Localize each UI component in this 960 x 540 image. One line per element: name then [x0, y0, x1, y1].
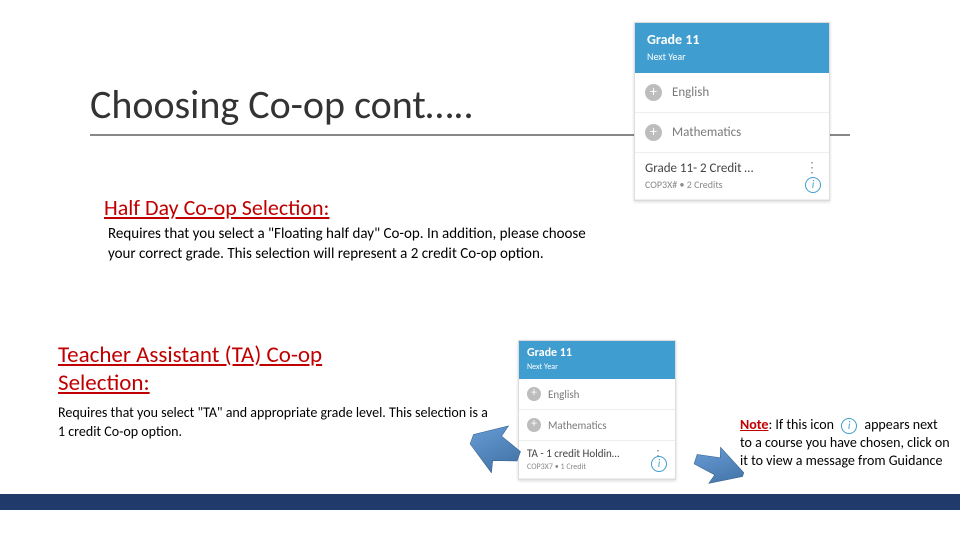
info-icon: i	[841, 418, 857, 434]
card-header: Grade 11 Next Year	[519, 341, 675, 379]
plus-icon: +	[645, 84, 662, 101]
ta-heading: Teacher Assistant (TA) Co-op Selection:	[58, 342, 418, 397]
selected-title: Grade 11- 2 Credit …	[645, 161, 819, 176]
ta-body: Requires that you select "TA" and approp…	[58, 404, 488, 442]
halfday-body: Requires that you select a "Floating hal…	[108, 224, 598, 265]
course-row[interactable]: + English	[635, 73, 829, 113]
course-row[interactable]: + Mathematics	[635, 113, 829, 153]
footer-bar	[0, 494, 960, 510]
course-label: English	[672, 85, 709, 100]
card-grade: Grade 11	[527, 346, 667, 360]
card-nextyear: Next Year	[647, 50, 817, 63]
course-label: Mathematics	[548, 419, 607, 432]
note-before: : If this icon	[768, 416, 834, 433]
course-row[interactable]: + Mathematics	[519, 410, 675, 441]
grade-card-large: Grade 11 Next Year + English + Mathemati…	[634, 22, 830, 201]
card-header: Grade 11 Next Year	[635, 23, 829, 73]
selected-course-row[interactable]: TA - 1 credit Holdin… COP3X7 • 1 Credit …	[519, 441, 675, 479]
card-nextyear: Next Year	[527, 362, 667, 372]
selected-subtitle: COP3X7 • 1 Credit	[527, 462, 667, 472]
info-button[interactable]: i	[651, 453, 667, 472]
selected-subtitle: COP3X# • 2 Credits	[645, 178, 819, 191]
course-row[interactable]: + English	[519, 379, 675, 410]
info-icon: i	[651, 456, 667, 472]
course-label: Mathematics	[672, 125, 741, 140]
halfday-heading: Half Day Co-op Selection:	[104, 194, 329, 221]
plus-icon: +	[527, 387, 541, 401]
note-label: Note	[740, 416, 768, 433]
grade-card-small: Grade 11 Next Year + English + Mathemati…	[518, 340, 676, 480]
slide-title: Choosing Co-op cont…..	[90, 80, 474, 129]
info-button[interactable]: i	[805, 174, 821, 193]
note-text: Note: If this icon i appears next to a c…	[740, 416, 950, 471]
selected-course-row[interactable]: Grade 11- 2 Credit … COP3X# • 2 Credits …	[635, 153, 829, 200]
info-icon: i	[805, 177, 821, 193]
course-label: English	[548, 388, 579, 401]
plus-icon: +	[645, 124, 662, 141]
selected-title: TA - 1 credit Holdin…	[527, 447, 667, 460]
plus-icon: +	[527, 418, 541, 432]
card-grade: Grade 11	[647, 31, 817, 48]
